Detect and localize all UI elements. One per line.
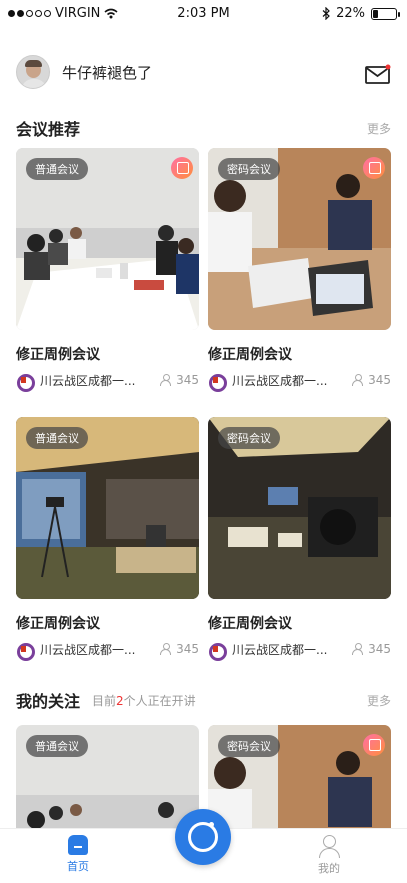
meeting-meta: 川云战区成都一... 345 [208,372,391,392]
meeting-type-badge: 密码会议 [218,735,280,757]
subscribe-icon[interactable] [363,157,385,179]
meeting-card[interactable]: 普通会议 修正周例会议 川云战区成都一... 345 [16,148,199,392]
subscribe-icon[interactable] [363,734,385,756]
org-name: 川云战区成都一... [232,373,328,388]
tab-home[interactable]: 首页 [48,835,108,874]
live-count: 2 [116,693,124,708]
participant-count: 345 [160,642,199,656]
meeting-thumbnail[interactable]: 密码会议 [208,148,391,330]
avatar[interactable] [16,55,50,89]
profile-icon [318,835,340,858]
battery-fill [373,9,378,18]
following-card[interactable]: 密码会议 [208,725,391,835]
more-link[interactable]: 更多 [367,120,391,137]
meeting-meta: 川云战区成都一... 345 [16,641,199,661]
following-section-header: 我的关注 目前2个人正在开讲 更多 [16,688,391,712]
org-name: 川云战区成都一... [40,373,136,388]
meeting-thumbnail[interactable]: 普通会议 [16,725,199,835]
meeting-title: 修正周例会议 [16,347,100,363]
status-bar: VIRGIN 2:03 PM 22% [0,0,407,28]
participant-count: 345 [160,373,199,387]
person-icon [160,374,172,386]
tab-mine[interactable]: 我的 [299,835,359,876]
meeting-type-badge: 普通会议 [26,158,88,180]
meeting-type-badge: 密码会议 [218,427,280,449]
live-speakers-note: 目前2个人正在开讲 [92,692,196,709]
more-link[interactable]: 更多 [367,692,391,709]
battery-percent: 22% [336,6,365,21]
section-title: 我的关注 [16,692,81,711]
meeting-type-badge: 普通会议 [26,735,88,757]
participant-number: 345 [176,642,199,656]
note-prefix: 目前 [92,693,117,708]
org-name: 川云战区成都一... [232,642,328,657]
meeting-type-badge: 普通会议 [26,427,88,449]
meeting-type-badge: 密码会议 [218,158,280,180]
mail-icon [365,64,391,84]
battery-icon [371,7,400,20]
meeting-meta: 川云战区成都一... 345 [208,641,391,661]
participant-number: 345 [176,373,199,387]
note-suffix: 个人正在开讲 [123,693,196,708]
person-icon [160,643,172,655]
section-title: 会议推荐 [16,120,81,139]
profile-header[interactable]: 牛仔裤褪色了 [16,54,152,90]
tab-home-label: 首页 [67,860,89,873]
meeting-thumbnail[interactable]: 普通会议 [16,417,199,599]
meeting-thumbnail[interactable]: 密码会议 [208,417,391,599]
org-logo-icon [16,642,35,661]
meeting-thumbnail[interactable]: 普通会议 [16,148,199,330]
meeting-meta: 川云战区成都一... 345 [16,372,199,392]
org-logo-icon [208,373,227,392]
meeting-title: 修正周例会议 [208,616,292,632]
participant-number: 345 [368,642,391,656]
home-icon [68,835,88,855]
following-card[interactable]: 普通会议 [16,725,199,835]
participant-count: 345 [352,373,391,387]
meeting-title: 修正周例会议 [208,347,292,363]
username: 牛仔裤褪色了 [62,63,153,82]
bluetooth-icon [322,7,330,20]
tab-mine-label: 我的 [318,862,340,875]
meeting-title: 修正周例会议 [16,616,100,632]
subscribe-icon[interactable] [171,157,193,179]
recommend-section-header: 会议推荐 更多 [16,116,391,140]
meeting-thumbnail[interactable]: 密码会议 [208,725,391,835]
participant-number: 345 [368,373,391,387]
org-logo-icon [208,642,227,661]
meeting-card[interactable]: 普通会议 修正周例会议 川云战区成都一... 345 [16,417,199,661]
camera-button[interactable] [175,809,231,865]
person-icon [352,643,364,655]
mail-button[interactable] [365,64,391,84]
person-icon [352,374,364,386]
participant-count: 345 [352,642,391,656]
status-right: 22% [322,6,400,21]
meeting-card[interactable]: 密码会议 修正周例会议 川云战区成都一... 345 [208,417,391,661]
org-logo-icon [16,373,35,392]
meeting-card[interactable]: 密码会议 修正周例会议 川云战区成都一... 345 [208,148,391,392]
org-name: 川云战区成都一... [40,642,136,657]
